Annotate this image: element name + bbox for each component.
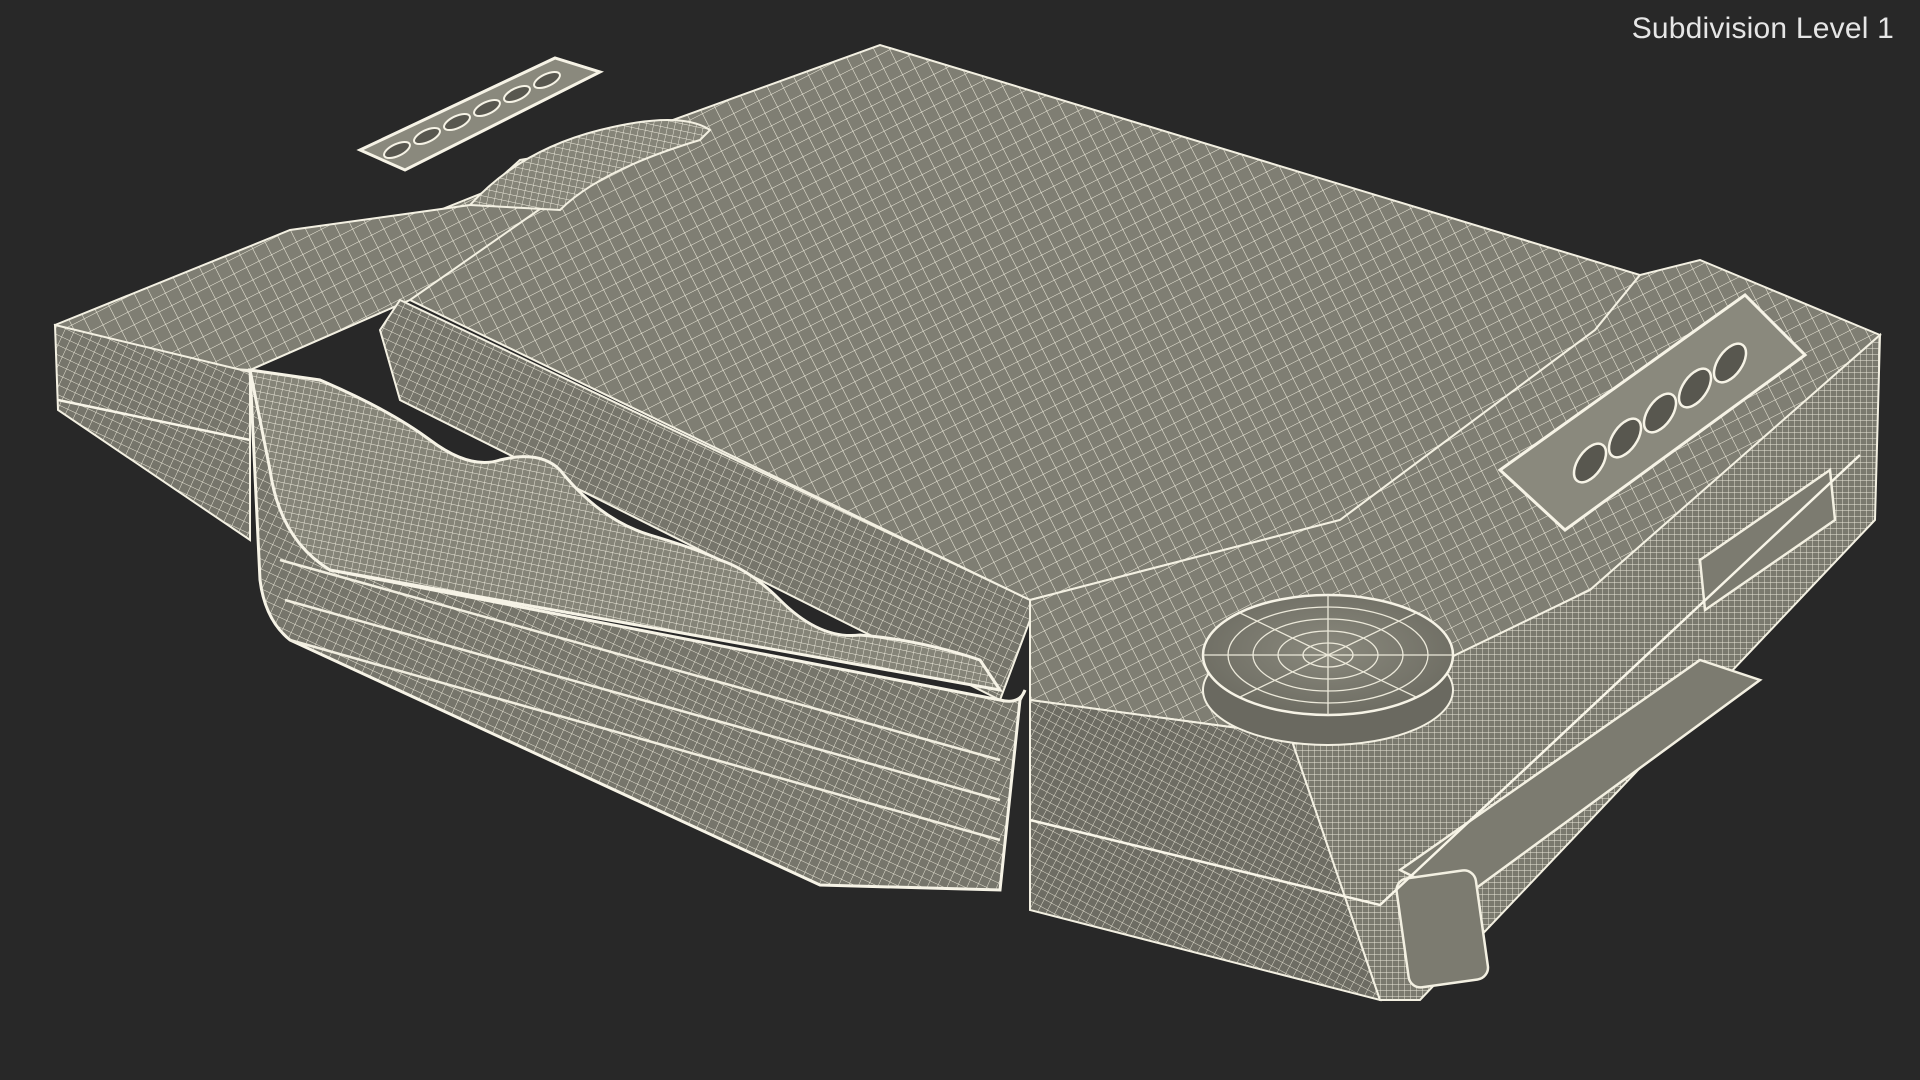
render-viewport: Subdivision Level 1 xyxy=(0,0,1920,1080)
wireframe-case-render xyxy=(53,43,1882,1002)
subdivision-level-label: Subdivision Level 1 xyxy=(1631,12,1894,45)
round-knob xyxy=(1201,593,1455,746)
